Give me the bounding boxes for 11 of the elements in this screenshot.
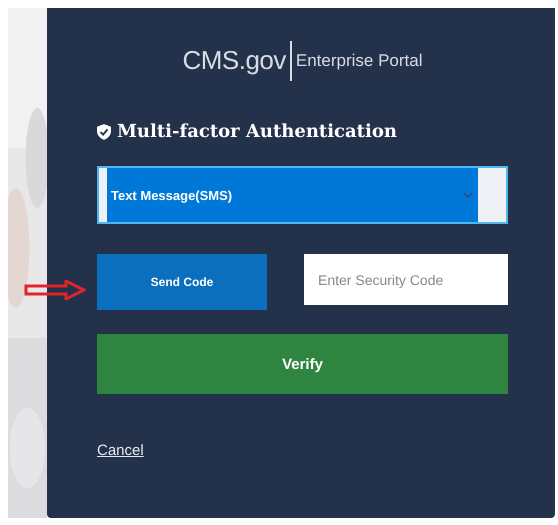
verify-button[interactable]: Verify bbox=[97, 334, 508, 394]
logo-text: CMS.gov bbox=[182, 45, 286, 76]
heading: Multi-factor Authentication bbox=[117, 121, 397, 142]
shield-check-icon bbox=[97, 124, 111, 140]
chevron-down-icon bbox=[463, 192, 473, 199]
send-code-button[interactable]: Send Code bbox=[97, 254, 267, 310]
logo-subtitle: Enterprise Portal bbox=[296, 50, 423, 70]
arrow-icon bbox=[24, 280, 86, 300]
security-code-field[interactable]: Enter Security Code bbox=[304, 254, 508, 305]
cancel-link[interactable]: Cancel bbox=[97, 442, 144, 459]
method-dropdown[interactable]: Text Message(SMS) bbox=[97, 166, 508, 224]
